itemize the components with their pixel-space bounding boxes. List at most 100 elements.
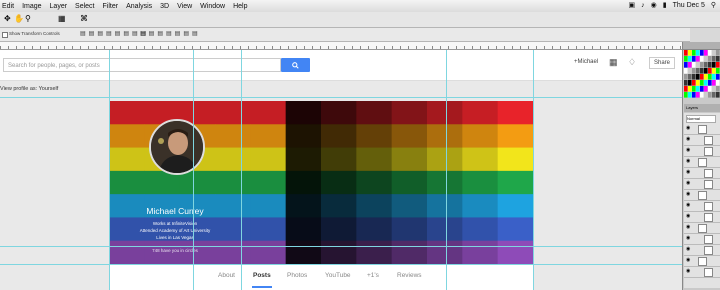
menu-help[interactable]: Help [233, 3, 247, 10]
color-swatch[interactable] [684, 50, 688, 56]
visibility-eye-icon[interactable]: ◉ [686, 235, 690, 241]
color-swatch[interactable] [708, 56, 712, 62]
volume-icon[interactable]: ♪ [641, 2, 645, 9]
guide-line[interactable] [193, 50, 194, 290]
layer-row[interactable]: ◉ [684, 190, 720, 201]
layers-panel-tab[interactable]: Layers [684, 104, 720, 112]
color-swatch[interactable] [716, 56, 720, 62]
color-swatch[interactable] [688, 68, 692, 74]
color-swatch[interactable] [716, 62, 720, 68]
profile-circles[interactable]: 748 have you in circles [109, 248, 241, 253]
layer-row[interactable]: ◉ [684, 212, 720, 223]
color-swatch[interactable] [712, 74, 716, 80]
distribute-icons[interactable]: ▤▤▤▤▤▤▤ [140, 30, 201, 37]
tab-plus-ones[interactable]: +1's [367, 272, 379, 279]
color-swatch[interactable] [700, 62, 704, 68]
tab-reviews[interactable]: Reviews [397, 272, 422, 279]
zoom-tool-icon[interactable]: ⚲ [25, 14, 31, 23]
color-swatch[interactable] [716, 80, 720, 86]
menu-window[interactable]: Window [200, 3, 225, 10]
color-swatch[interactable] [688, 74, 692, 80]
show-transform-controls-label[interactable]: Show Transform Controls [9, 31, 60, 36]
color-swatch[interactable] [712, 50, 716, 56]
color-swatch[interactable] [716, 74, 720, 80]
move-tool-icon[interactable]: ✥ [4, 14, 11, 23]
color-swatch[interactable] [712, 62, 716, 68]
color-swatch[interactable] [692, 80, 696, 86]
tab-about[interactable]: About [218, 272, 235, 279]
color-swatch[interactable] [700, 56, 704, 62]
color-swatch[interactable] [696, 50, 700, 56]
color-swatch[interactable] [684, 92, 688, 98]
color-swatch[interactable] [704, 92, 708, 98]
visibility-eye-icon[interactable]: ◉ [686, 202, 690, 208]
document-canvas[interactable]: Search for people, pages, or posts +Mich… [0, 50, 682, 290]
visibility-eye-icon[interactable]: ◉ [686, 224, 690, 230]
color-swatch[interactable] [708, 92, 712, 98]
menu-select[interactable]: Select [75, 3, 94, 10]
guide-line[interactable] [109, 50, 110, 290]
color-swatch[interactable] [700, 74, 704, 80]
color-swatch[interactable] [684, 74, 688, 80]
dropbox-icon[interactable]: ▣ [628, 1, 635, 9]
view-profile-as-dropdown[interactable]: View profile as: Yourself [0, 86, 58, 92]
color-swatch[interactable] [704, 68, 708, 74]
color-swatch[interactable] [708, 62, 712, 68]
layer-row[interactable]: ◉ [684, 135, 720, 146]
layer-row[interactable]: ◉ [684, 267, 720, 278]
color-swatch[interactable] [700, 68, 704, 74]
color-swatch[interactable] [696, 74, 700, 80]
color-swatch[interactable] [692, 56, 696, 62]
layer-row[interactable]: ◉ [684, 223, 720, 234]
color-swatch[interactable] [696, 68, 700, 74]
color-swatch[interactable] [684, 56, 688, 62]
swatches-grid[interactable] [684, 50, 720, 98]
visibility-eye-icon[interactable]: ◉ [686, 213, 690, 219]
visibility-eye-icon[interactable]: ◉ [686, 147, 690, 153]
grid-view-icon[interactable]: ▦ [58, 14, 66, 23]
color-swatch[interactable] [716, 86, 720, 92]
menu-layer[interactable]: Layer [50, 3, 68, 10]
search-input[interactable]: Search for people, pages, or posts [3, 58, 281, 72]
wifi-icon[interactable]: ◉ [651, 1, 657, 9]
color-swatch[interactable] [712, 56, 716, 62]
visibility-eye-icon[interactable]: ◉ [686, 191, 690, 197]
color-swatch[interactable] [708, 74, 712, 80]
color-swatch[interactable] [704, 56, 708, 62]
notifications-bell-icon[interactable]: ♢ [628, 57, 636, 68]
color-swatch[interactable] [700, 92, 704, 98]
menu-edit[interactable]: Edit [2, 3, 14, 10]
hand-tool-icon[interactable]: ✋ [14, 14, 24, 23]
color-swatch[interactable] [712, 92, 716, 98]
color-swatch[interactable] [716, 50, 720, 56]
guide-line[interactable] [446, 50, 447, 290]
menu-image[interactable]: Image [22, 3, 41, 10]
color-swatch[interactable] [704, 86, 708, 92]
color-swatch[interactable] [712, 86, 716, 92]
color-swatch[interactable] [716, 92, 720, 98]
visibility-eye-icon[interactable]: ◉ [686, 158, 690, 164]
color-swatch[interactable] [692, 50, 696, 56]
color-swatch[interactable] [692, 86, 696, 92]
visibility-eye-icon[interactable]: ◉ [686, 169, 690, 175]
color-swatch[interactable] [684, 86, 688, 92]
color-swatch[interactable] [692, 68, 696, 74]
guide-line[interactable] [0, 264, 682, 265]
color-swatch[interactable] [688, 86, 692, 92]
layer-row[interactable]: ◉ [684, 201, 720, 212]
color-swatch[interactable] [684, 62, 688, 68]
color-swatch[interactable] [708, 80, 712, 86]
layer-row[interactable]: ◉ [684, 256, 720, 267]
color-swatch[interactable] [688, 50, 692, 56]
visibility-eye-icon[interactable]: ◉ [686, 136, 690, 142]
layer-row[interactable]: ◉ [684, 168, 720, 179]
color-swatch[interactable] [704, 80, 708, 86]
color-swatch[interactable] [688, 92, 692, 98]
visibility-eye-icon[interactable]: ◉ [686, 268, 690, 274]
color-swatch[interactable] [692, 62, 696, 68]
color-swatch[interactable] [700, 86, 704, 92]
align-icons[interactable]: ▤▤▤▤▤▤▤▤ [80, 30, 149, 37]
color-swatch[interactable] [684, 80, 688, 86]
profile-avatar[interactable] [149, 119, 205, 175]
color-swatch[interactable] [696, 92, 700, 98]
